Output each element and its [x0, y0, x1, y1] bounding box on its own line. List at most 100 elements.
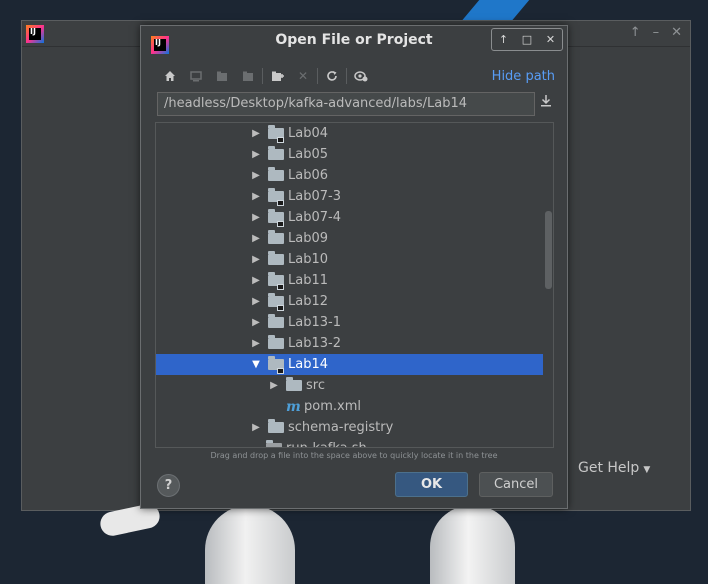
tree-row-lab04[interactable]: ▶ Lab04: [156, 123, 543, 144]
file-icon: [266, 440, 282, 447]
tree-scrollbar[interactable]: [545, 211, 552, 289]
chevron-down-icon: ▼: [643, 465, 651, 475]
tree-row-label: Lab13-1: [288, 315, 341, 330]
expand-right-icon[interactable]: ▶: [250, 233, 262, 244]
expand-right-icon[interactable]: ▶: [250, 128, 262, 139]
toolbar-divider: [317, 68, 318, 84]
tree-row-lab06[interactable]: ▶ Lab06: [156, 165, 543, 186]
dialog-maximize-icon[interactable]: □: [522, 33, 532, 46]
folder-icon: [268, 251, 284, 265]
ide-window-up-icon[interactable]: ↑: [630, 25, 641, 40]
drag-drop-hint: Drag and drop a file into the space abov…: [210, 451, 498, 460]
hide-path-link[interactable]: Hide path: [492, 69, 555, 84]
tree-row-lab12[interactable]: ▶ Lab12: [156, 291, 543, 312]
expand-right-icon[interactable]: ▶: [250, 149, 262, 160]
expand-right-icon[interactable]: ▶: [250, 212, 262, 223]
folder-icon: [268, 167, 284, 181]
expand-right-icon[interactable]: ▶: [268, 380, 280, 391]
tree-row-lab11[interactable]: ▶ Lab11: [156, 270, 543, 291]
folder-module-icon: [268, 125, 284, 143]
tree-row-run-kafka-sh[interactable]: run-kafka.sh: [156, 438, 543, 447]
expand-right-icon[interactable]: ▶: [250, 422, 262, 433]
desktop-decoration: [460, 0, 530, 22]
desktop-icon[interactable]: [183, 66, 209, 86]
folder-icon: [268, 230, 284, 244]
expand-right-icon[interactable]: ▶: [250, 338, 262, 349]
get-help-dropdown[interactable]: Get Help ▼: [578, 460, 650, 476]
folder-module-icon: [268, 272, 284, 290]
folder-icon: [268, 314, 284, 328]
mascot-figure-image: [430, 505, 515, 584]
ide-window-close-icon[interactable]: ✕: [671, 25, 682, 40]
tree-row-label: src: [306, 378, 325, 393]
expand-right-icon[interactable]: ▶: [250, 275, 262, 286]
tree-row-label: Lab14: [288, 357, 329, 372]
tree-row-label: pom.xml: [304, 399, 361, 414]
tree-row-lab13-1[interactable]: ▶ Lab13-1: [156, 312, 543, 333]
dialog-raise-icon[interactable]: ↑: [499, 33, 508, 46]
tree-row-lab07-3[interactable]: ▶ Lab07-3: [156, 186, 543, 207]
tree-row-schema-registry[interactable]: ▶ schema-registry: [156, 417, 543, 438]
tree-row-label: Lab12: [288, 294, 329, 309]
expand-right-icon[interactable]: ▶: [250, 254, 262, 265]
new-folder-icon[interactable]: [264, 66, 290, 86]
tree-row-label: Lab13-2: [288, 336, 341, 351]
delete-icon[interactable]: ✕: [290, 66, 316, 86]
tree-row-lab10[interactable]: ▶ Lab10: [156, 249, 543, 270]
ide-window-minimize-icon[interactable]: –: [653, 25, 660, 40]
folder-icon: [268, 146, 284, 160]
dialog-close-icon[interactable]: ✕: [546, 33, 555, 46]
folder-module-icon: [268, 356, 284, 374]
expand-down-icon[interactable]: ▼: [250, 359, 262, 370]
expand-right-icon[interactable]: ▶: [250, 317, 262, 328]
refresh-icon[interactable]: [319, 66, 345, 86]
tree-row-lab05[interactable]: ▶ Lab05: [156, 144, 543, 165]
maven-icon: m: [286, 398, 301, 415]
tree-row-label: Lab11: [288, 273, 329, 288]
file-chooser-toolbar: ✕ Hide path: [157, 66, 555, 86]
mascot-figure-image: [205, 505, 295, 584]
folder-module-icon: [268, 293, 284, 311]
folder-module-icon: [268, 188, 284, 206]
toolbar-divider: [346, 68, 347, 84]
show-hidden-icon[interactable]: [348, 66, 374, 86]
path-input[interactable]: /headless/Desktop/kafka-advanced/labs/La…: [157, 92, 535, 116]
tree-row-lab09[interactable]: ▶ Lab09: [156, 228, 543, 249]
ok-button[interactable]: OK: [395, 472, 468, 497]
get-help-label: Get Help: [578, 460, 640, 476]
toolbar-divider: [262, 68, 263, 84]
tree-row-label: Lab07-4: [288, 210, 341, 225]
open-file-dialog: IJ Open File or Project ↑ □ ✕ ✕ Hide pat…: [140, 25, 568, 509]
expand-right-icon[interactable]: ▶: [250, 170, 262, 181]
tree-row-label: Lab05: [288, 147, 329, 162]
tree-row-lab14[interactable]: ▼ Lab14: [156, 354, 543, 375]
folder-icon: [268, 335, 284, 349]
dialog-titlebar: IJ Open File or Project ↑ □ ✕: [141, 26, 567, 54]
folder-icon: [268, 419, 284, 433]
tree-row-label: Lab09: [288, 231, 329, 246]
tree-row-src[interactable]: ▶ src: [156, 375, 543, 396]
cancel-button[interactable]: Cancel: [479, 472, 553, 497]
tree-row-label: run-kafka.sh: [286, 441, 367, 447]
ide-window-controls: ↑ – ✕: [630, 25, 682, 40]
intellij-logo-icon: IJ: [26, 25, 44, 43]
help-button[interactable]: ?: [157, 474, 180, 497]
dialog-window-controls: ↑ □ ✕: [491, 28, 563, 51]
project-folder-icon[interactable]: [209, 66, 235, 86]
module-folder-icon[interactable]: [235, 66, 261, 86]
folder-module-icon: [268, 209, 284, 227]
tree-row-label: schema-registry: [288, 420, 394, 435]
tree-row-label: Lab07-3: [288, 189, 341, 204]
tree-row-label: Lab06: [288, 168, 329, 183]
tree-row-label: Lab10: [288, 252, 329, 267]
home-icon[interactable]: [157, 66, 183, 86]
tree-row-lab07-4[interactable]: ▶ Lab07-4: [156, 207, 543, 228]
expand-right-icon[interactable]: ▶: [250, 191, 262, 202]
tree-row-pom-xml[interactable]: m pom.xml: [156, 396, 543, 417]
download-icon[interactable]: [537, 94, 555, 114]
folder-icon: [286, 377, 302, 391]
expand-right-icon[interactable]: ▶: [250, 296, 262, 307]
file-tree[interactable]: ▶ Lab04 ▶ Lab05 ▶ Lab06 ▶ Lab07-3 ▶ Lab07-4 ▶ Lab09…: [155, 122, 554, 448]
tree-row-lab13-2[interactable]: ▶ Lab13-2: [156, 333, 543, 354]
path-row: /headless/Desktop/kafka-advanced/labs/La…: [157, 92, 555, 116]
